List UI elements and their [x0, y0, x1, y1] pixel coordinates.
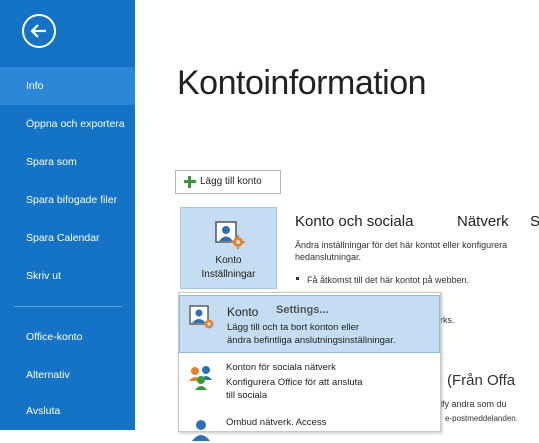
account-settings-icon: [215, 221, 245, 249]
dropdown-item-title: Konto: [227, 305, 259, 319]
partial-text-3: ify andra som du: [440, 399, 507, 409]
section-title: Konto och sociala: [295, 213, 414, 230]
partial-text-4: e-postmeddelanden.: [445, 414, 518, 423]
nav-item-save-as[interactable]: Spara som: [0, 143, 135, 181]
nav-item-save-calendar[interactable]: Spara Calendar: [0, 219, 135, 257]
web-access-link[interactable]: Få åtkomst till det här kontot på webben…: [307, 275, 469, 285]
backstage-sidebar: Info Öppna och exportera Spara som Spara…: [0, 0, 135, 430]
settings-hint: Settings...: [276, 304, 329, 316]
account-settings-icon: [189, 305, 214, 329]
page-title: Kontoinformation: [177, 64, 427, 102]
back-button[interactable]: [22, 14, 56, 48]
partial-text-2: (Från Offa: [447, 372, 516, 389]
tile-label-line1: Konto: [215, 255, 242, 266]
dropdown-item-desc: till sociala: [226, 390, 268, 401]
account-settings-button[interactable]: Konto Inställningar: [180, 207, 277, 289]
add-account-button[interactable]: Lägg till konto: [175, 170, 281, 194]
dropdown-item-title: Ombud nätverk. Access: [226, 417, 327, 428]
plus-icon: [184, 176, 196, 188]
dropdown-item-desc: ändra befintliga anslutningsinställninga…: [227, 335, 396, 346]
section-title-3: S: [530, 213, 539, 230]
nav-divider: [14, 306, 122, 307]
account-settings-dropdown: Konto Settings... Lägg till och ta bort …: [178, 292, 441, 441]
delegate-access-icon: [192, 420, 210, 441]
dropdown-item-desc: Konfigurera Office för att ansluta: [226, 377, 363, 388]
dropdown-item-account[interactable]: Konto Settings... Lägg till och ta bort …: [179, 295, 440, 353]
dropdown-item-title: Konton för sociala nätverk: [226, 362, 336, 373]
nav-item-open-export[interactable]: Öppna och exportera: [0, 105, 135, 143]
section-title-2: Nätverk: [457, 213, 509, 230]
nav-item-save-attachments[interactable]: Spara bifogade filer: [0, 181, 135, 219]
bullet-icon: [296, 277, 299, 280]
partial-text-1: rks.: [440, 315, 455, 325]
dropdown-item-delegate-access[interactable]: Ombud nätverk. Access: [179, 409, 440, 441]
tile-label-line2: Inställningar: [201, 269, 256, 280]
add-account-label: Lägg till konto: [200, 176, 262, 187]
dropdown-item-social-networks[interactable]: Konton för sociala nätverk Konfigurera O…: [179, 355, 440, 407]
dropdown-item-desc: Lägg till och ta bort konton eller: [227, 322, 360, 333]
section-description: Ändra inställningar för det här kontot e…: [295, 240, 508, 262]
nav-item-print[interactable]: Skriv ut: [0, 257, 135, 295]
nav-item-info[interactable]: Info: [0, 67, 135, 105]
nav-item-options[interactable]: Alternativ: [0, 356, 135, 394]
nav-item-office-account[interactable]: Office-konto: [0, 318, 135, 356]
nav-item-exit[interactable]: Avsluta: [0, 392, 135, 430]
back-arrow-icon: [30, 24, 46, 38]
social-network-icon: [189, 366, 212, 390]
